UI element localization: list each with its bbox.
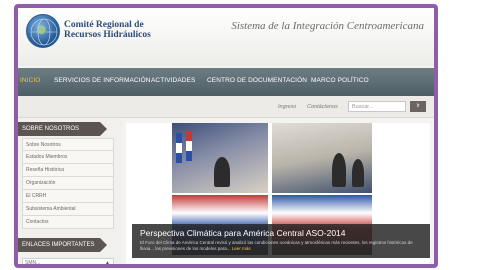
nav-item-marco-politico[interactable]: MARCO POLÍTICO	[311, 77, 369, 84]
nav-item-actividades[interactable]: ACTIVIDADES	[151, 77, 195, 84]
org-name-line1: Comité Regional de	[64, 20, 144, 30]
page-frame: Comité Regional de Recursos Hidráulicos …	[14, 4, 438, 268]
person-shape	[214, 157, 230, 187]
sidebar-heading-links: ENLACES IMPORTANTES	[18, 238, 107, 252]
sub-nav: Ingreso Contáctenos Buscar... Ir	[18, 96, 434, 118]
slide-summary: El Foro del Clima de América Central rev…	[140, 240, 426, 252]
sidebar-item-el-crrh[interactable]: El CRRH	[22, 190, 114, 203]
organization-name[interactable]: Comité Regional de Recursos Hidráulicos	[64, 20, 151, 40]
sidebar: SOBRE NOSOTROS Sobre Nosotros Estados Mi…	[18, 118, 122, 266]
sidebar-item-subsistema-ambiental[interactable]: Subsistema Ambiental	[22, 203, 114, 216]
sidebar-about-list: Sobre Nosotros Estados Miembros Reseña H…	[22, 138, 114, 229]
main-nav: INICIO SERVICIOS DE INFORMACIÓN ACTIVIDA…	[18, 68, 434, 96]
sidebar-item-contactos[interactable]: Contactos	[22, 216, 114, 229]
site-header: Comité Regional de Recursos Hidráulicos …	[18, 8, 434, 66]
links-select-value: SMN...	[25, 260, 41, 266]
header-tagline: Sistema de la Integración Centroamerican…	[231, 20, 424, 32]
search-input[interactable]: Buscar...	[348, 101, 406, 112]
sidebar-heading-about: SOBRE NOSOTROS	[18, 122, 107, 136]
featured-slider[interactable]: Perspectiva Climática para América Centr…	[126, 123, 430, 264]
flag-shape	[176, 133, 182, 163]
slide-photo-meeting-2	[272, 123, 372, 193]
globe-logo-icon[interactable]	[26, 14, 60, 48]
sidebar-item-organizacion[interactable]: Organización	[22, 177, 114, 190]
search-button[interactable]: Ir	[410, 101, 426, 112]
sidebar-item-estados-miembros[interactable]: Estados Miembros	[22, 151, 114, 164]
sidebar-item-resena-historica[interactable]: Reseña Histórica	[22, 164, 114, 177]
chevron-down-icon: ▲	[105, 260, 110, 266]
org-name-line2: Recursos Hidráulicos	[64, 30, 151, 40]
nav-item-servicios[interactable]: SERVICIOS DE INFORMACIÓN	[54, 77, 151, 84]
nav-item-centro-documentacion[interactable]: CENTRO DE DOCUMENTACIÓN	[207, 77, 307, 84]
read-more-link[interactable]: Leer más	[232, 246, 251, 251]
important-links-select[interactable]: SMN... ▲	[22, 258, 114, 266]
person-shape	[332, 153, 346, 187]
sidebar-item-sobre-nosotros[interactable]: Sobre Nosotros	[22, 138, 114, 151]
login-link[interactable]: Ingreso	[278, 104, 296, 110]
person-shape	[352, 159, 364, 187]
contact-link[interactable]: Contáctenos	[307, 104, 338, 110]
nav-item-inicio[interactable]: INICIO	[20, 77, 40, 84]
slide-caption: Perspectiva Climática para América Centr…	[132, 224, 430, 258]
slide-photo-meeting-1	[172, 123, 268, 193]
slide-summary-text: El Foro del Clima de América Central rev…	[140, 240, 413, 251]
flag-shape	[186, 131, 192, 161]
slide-title[interactable]: Perspectiva Climática para América Centr…	[140, 228, 346, 238]
